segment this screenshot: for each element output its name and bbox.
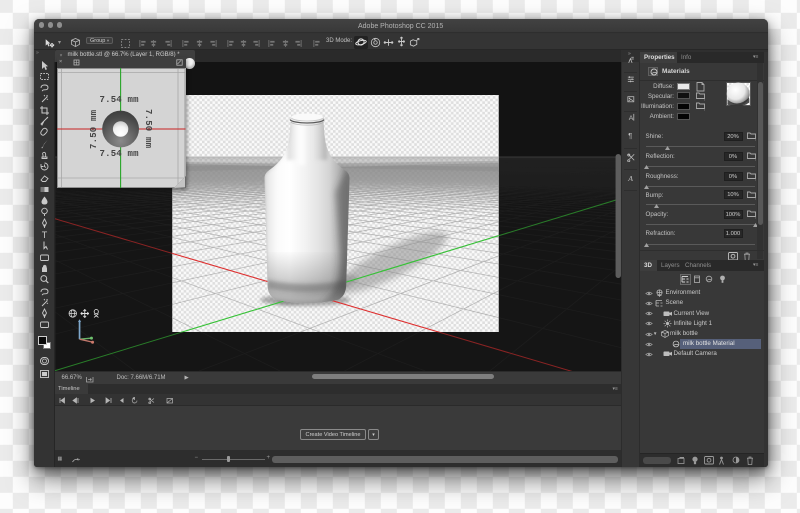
svg-text:¶: ¶ [628, 131, 632, 140]
svg-text:T: T [42, 230, 48, 240]
svg-text:A: A [627, 174, 633, 182]
